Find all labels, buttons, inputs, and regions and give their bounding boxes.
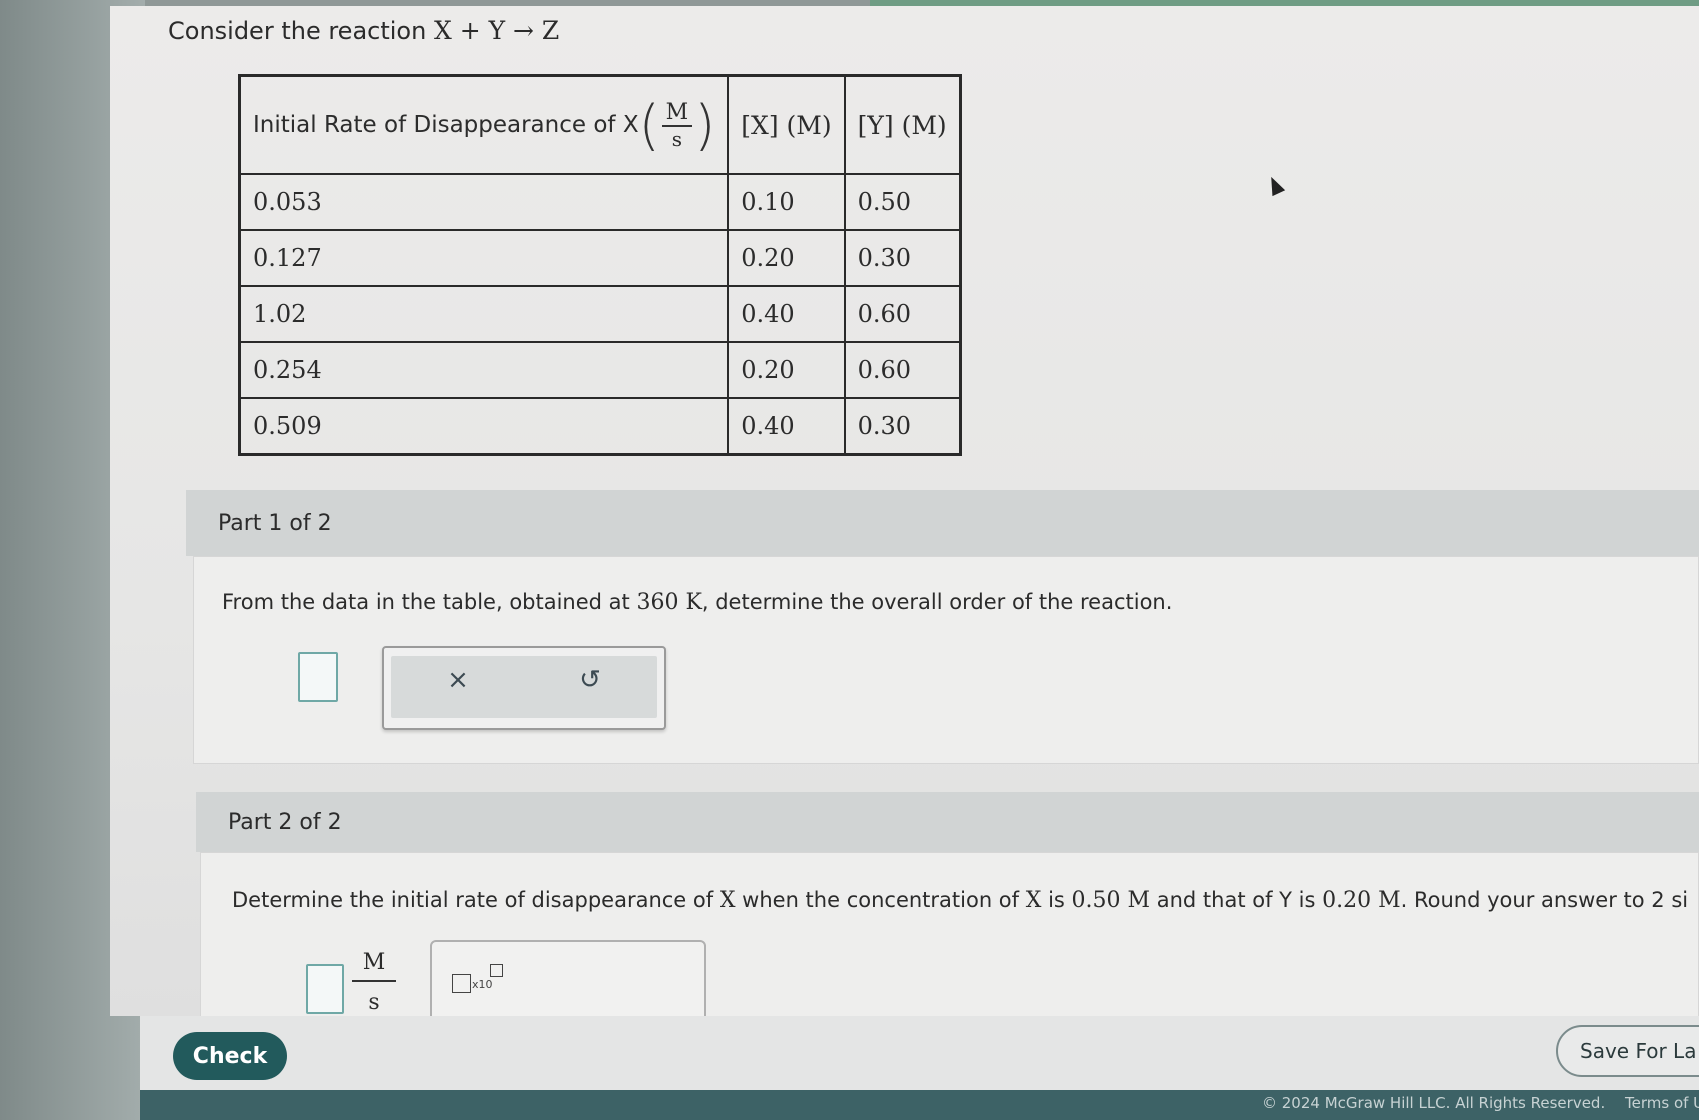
table-row: 1.02 0.40 0.60 xyxy=(238,285,962,343)
intro-text: Consider the reaction xyxy=(168,17,434,45)
part1-tool-inner xyxy=(391,656,657,718)
part2-x-concentration: 0.50 M xyxy=(1071,888,1151,913)
header-x: [X] (M) xyxy=(727,74,846,175)
part2-prompt-text-e: . Round your answer to 2 si xyxy=(1400,888,1689,912)
save-for-later-label: Save For La xyxy=(1580,1039,1697,1063)
part2-title: Part 2 of 2 xyxy=(228,809,342,835)
part1-answer-input[interactable] xyxy=(298,652,338,702)
part2-unit-num: M xyxy=(352,950,396,982)
part2-unit-den: s xyxy=(368,990,380,1015)
header-rate-label: Initial Rate of Disappearance of X xyxy=(253,111,639,138)
rate-cell: 0.254 xyxy=(238,341,730,399)
y-cell: 0.30 xyxy=(843,397,962,456)
x-cell: 0.20 xyxy=(727,229,846,287)
copyright-text: © 2024 McGraw Hill LLC. All Rights Reser… xyxy=(1262,1094,1606,1112)
undo-icon[interactable]: ↺ xyxy=(570,662,610,698)
table-row: 0.254 0.20 0.60 xyxy=(238,341,962,399)
check-button[interactable]: Check xyxy=(173,1032,287,1080)
save-for-later-button[interactable]: Save For La xyxy=(1556,1025,1699,1077)
part1-title: Part 1 of 2 xyxy=(218,510,332,536)
x-cell: 0.40 xyxy=(727,285,846,343)
scientific-notation-button[interactable]: x10 xyxy=(452,964,512,994)
terms-link[interactable]: Terms of U xyxy=(1625,1094,1699,1112)
part2-prompt-text-c: is xyxy=(1041,888,1072,912)
part2-prompt-text-d: and that of Y is xyxy=(1150,888,1323,912)
table-row: 0.053 0.10 0.50 xyxy=(238,173,962,231)
right-paren: ) xyxy=(694,93,716,157)
x10-label: x10 xyxy=(472,978,493,991)
part2-header: Part 2 of 2 xyxy=(196,792,1699,852)
question-intro: Consider the reaction X + Y → Z xyxy=(168,16,559,45)
y-cell: 0.30 xyxy=(843,229,962,287)
rate-unit-den: s xyxy=(671,126,683,151)
part2-body xyxy=(200,852,1699,1016)
part2-prompt-text-a: Determine the initial rate of disappeara… xyxy=(232,888,720,912)
part2-prompt-text-b: when the concentration of xyxy=(735,888,1026,912)
x-cell: 0.20 xyxy=(727,341,846,399)
part2-prompt: Determine the initial rate of disappeara… xyxy=(232,888,1688,913)
y-cell: 0.60 xyxy=(843,341,962,399)
header-rate: Initial Rate of Disappearance of X(Ms) xyxy=(238,74,730,175)
part1-tool-panel: × ↺ xyxy=(382,646,666,730)
reaction-equation: X + Y → Z xyxy=(433,16,560,45)
part2-answer-input[interactable] xyxy=(306,964,344,1014)
rate-cell: 0.127 xyxy=(238,229,730,287)
rate-unit-fraction: Ms xyxy=(661,100,693,151)
table-row: 0.127 0.20 0.30 xyxy=(238,229,962,287)
part1-header: Part 1 of 2 xyxy=(186,490,1699,556)
kinetics-data-table: Initial Rate of Disappearance of X(Ms) [… xyxy=(238,74,962,456)
x-cell: 0.40 xyxy=(727,397,846,456)
table-header-row: Initial Rate of Disappearance of X(Ms) [… xyxy=(238,74,962,175)
part1-temperature: 360 K xyxy=(636,590,702,615)
rate-unit-num: M xyxy=(661,100,693,127)
rate-cell: 0.053 xyxy=(238,173,730,231)
exponent-box-icon xyxy=(490,964,503,977)
header-y-label: [Y] (M) xyxy=(857,110,947,140)
part1-prompt-text-b: , determine the overall order of the rea… xyxy=(701,590,1173,614)
rate-cell: 1.02 xyxy=(238,285,730,343)
header-x-label: [X] (M) xyxy=(741,110,832,140)
clear-icon[interactable]: × xyxy=(438,662,478,698)
part1-prompt: From the data in the table, obtained at … xyxy=(222,590,1172,615)
part1-prompt-text-a: From the data in the table, obtained at xyxy=(222,590,637,614)
mantissa-box-icon xyxy=(452,974,471,993)
y-cell: 0.50 xyxy=(843,173,962,231)
part2-species-x: X xyxy=(719,888,736,913)
rate-cell: 0.509 xyxy=(238,397,730,456)
table-row: 0.509 0.40 0.30 xyxy=(238,397,962,456)
part2-unit-fraction: M s xyxy=(352,950,396,1015)
header-y: [Y] (M) xyxy=(843,74,962,175)
left-paren: ( xyxy=(638,93,660,157)
part2-species-x2: X xyxy=(1025,888,1042,913)
part2-y-concentration: 0.20 M xyxy=(1322,888,1401,913)
x-cell: 0.10 xyxy=(727,173,846,231)
y-cell: 0.60 xyxy=(843,285,962,343)
